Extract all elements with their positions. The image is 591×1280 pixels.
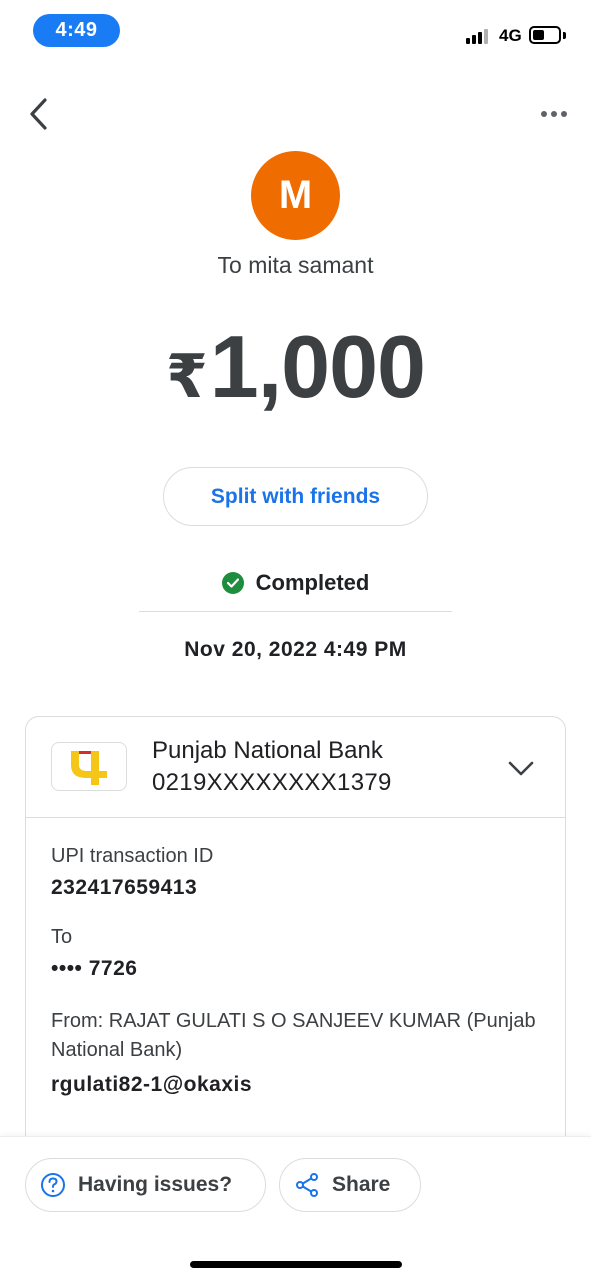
avatar: M [251,151,340,240]
battery-fill [533,30,544,40]
transaction-datetime: Nov 20, 2022 4:49 PM [184,638,407,661]
share-button[interactable]: Share [279,1158,421,1212]
bank-name: Punjab National Bank [152,737,383,764]
bank-logo [51,742,127,791]
upi-transaction-label: UPI transaction ID [51,845,214,867]
help-circle-icon [41,1173,65,1197]
chevron-left-icon [30,98,47,130]
to-label: To [51,926,73,948]
currency-symbol: ₹ [166,343,208,410]
more-horizontal-icon [541,111,567,117]
from-label: From: RAJAT GULATI S O SANJEEV KUMAR (Pu… [51,1010,536,1061]
status-bar: 4:49 4G [0,0,591,60]
divider [139,611,452,612]
recipient-name: To mita samant [217,252,374,278]
to-group: To •••• 7726 [51,926,551,981]
bottom-action-bar: Having issues? Share [0,1136,591,1280]
split-with-friends-button[interactable]: Split with friends [163,467,428,526]
battery-cap [563,32,566,39]
check-circle-icon [221,572,244,594]
back-button[interactable] [18,92,58,136]
transaction-details: UPI transaction ID 232417659413 To •••• … [51,845,551,1123]
status-time: 4:49 [33,14,120,47]
share-icon [296,1173,318,1197]
share-label: Share [332,1173,391,1196]
bank-account-number: 0219XXXXXXXX1379 [152,769,392,796]
more-options-button[interactable] [532,96,576,132]
home-indicator[interactable] [190,1261,402,1268]
status-text: Completed [255,570,370,595]
chevron-down-icon [508,761,534,776]
bank-account-row[interactable]: Punjab National Bank 0219XXXXXXXX1379 [26,717,565,818]
signal-icon [466,28,488,44]
upi-transaction-group: UPI transaction ID 232417659413 [51,845,551,900]
having-issues-button[interactable]: Having issues? [25,1158,266,1212]
upi-transaction-id: 232417659413 [51,876,198,899]
transaction-details-card: Punjab National Bank 0219XXXXXXXX1379 UP… [25,716,566,1186]
network-type: 4G [499,26,522,45]
from-group: From: RAJAT GULATI S O SANJEEV KUMAR (Pu… [51,1007,551,1097]
payment-status: Completed [0,570,591,596]
having-issues-label: Having issues? [78,1173,233,1196]
pnb-logo-icon [71,750,107,785]
to-account: •••• 7726 [51,957,138,980]
battery-icon [529,26,561,44]
amount: ₹ 1,000 [0,316,591,418]
from-upi-id: rgulati82-1@okaxis [51,1073,253,1096]
amount-value: 1,000 [209,317,426,416]
